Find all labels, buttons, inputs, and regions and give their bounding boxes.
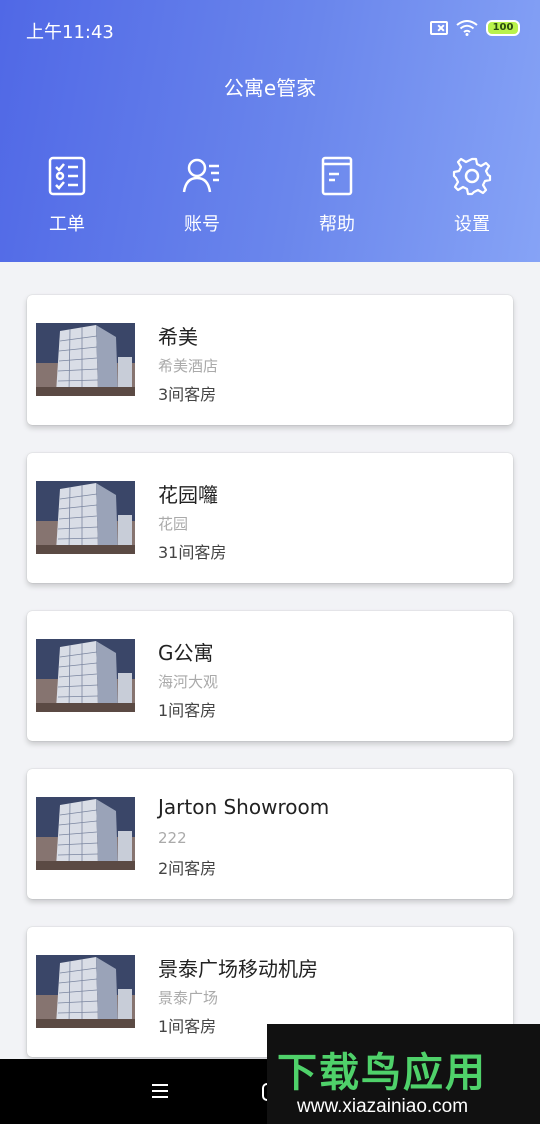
property-name: Jarton Showroom [158,795,330,819]
property-room-count: 1间客房 [158,1017,217,1036]
nav-item-work-orders[interactable]: 工单 [17,152,117,242]
nav-label: 设置 [454,214,490,235]
property-thumbnail [36,323,135,396]
property-name: 景泰广场移动机房 [158,957,318,981]
status-time: 上午11:43 [26,22,114,43]
battery-indicator: 100 [486,20,520,36]
top-nav: 工单 账号 帮助 设置 [0,152,540,242]
nav-item-help[interactable]: 帮助 [287,152,387,242]
property-subtitle: 222 [158,829,187,847]
property-room-count: 1间客房 [158,701,217,720]
property-thumbnail [36,639,135,712]
property-subtitle: 花园 [158,515,189,533]
property-thumbnail [36,481,135,554]
property-name: G公寓 [158,641,214,665]
property-thumbnail [36,955,135,1028]
no-sim-icon [430,21,448,35]
property-room-count: 2间客房 [158,859,217,878]
property-name: 花园囖 [158,483,218,507]
nav-label: 账号 [184,214,220,235]
property-name: 希美 [158,325,198,349]
wifi-icon [456,20,478,36]
nav-label: 工单 [49,214,85,235]
nav-item-settings[interactable]: 设置 [422,152,522,242]
nav-item-account[interactable]: 账号 [152,152,252,242]
help-book-icon [321,156,353,196]
property-room-count: 31间客房 [158,543,227,562]
property-subtitle: 希美酒店 [158,357,219,375]
property-card[interactable]: Jarton Showroom 222 2间客房 [27,769,513,899]
watermark-title: 下载鸟应用 [277,1050,487,1096]
property-list: 希美希美酒店 3间客房花园囖花园 31间客房 G公寓海河大观 1间客房 Jarton Sh… [27,295,513,1085]
nav-label: 帮助 [319,214,355,235]
property-subtitle: 景泰广场 [158,989,219,1007]
watermark-url: www.xiazainiao.com [297,1096,469,1117]
work-order-icon [48,156,86,196]
gear-icon [452,157,492,196]
property-thumbnail [36,797,135,870]
status-icons: 100 [430,20,520,36]
property-subtitle: 海河大观 [158,673,219,691]
property-card[interactable]: 希美希美酒店 3间客房 [27,295,513,425]
account-icon [182,158,219,193]
watermark: 下载鸟应用 www.xiazainiao.com [267,1024,540,1124]
app-header: 上午11:43 100 公寓e管家 工单 账号 帮助 设置 [0,0,540,262]
menu-icon[interactable] [152,1084,168,1098]
property-card[interactable]: G公寓海河大观 1间客房 [27,611,513,741]
property-room-count: 3间客房 [158,385,217,404]
property-card[interactable]: 花园囖花园 31间客房 [27,453,513,583]
status-bar: 上午11:43 100 [0,0,540,60]
page-title: 公寓e管家 [223,76,317,100]
